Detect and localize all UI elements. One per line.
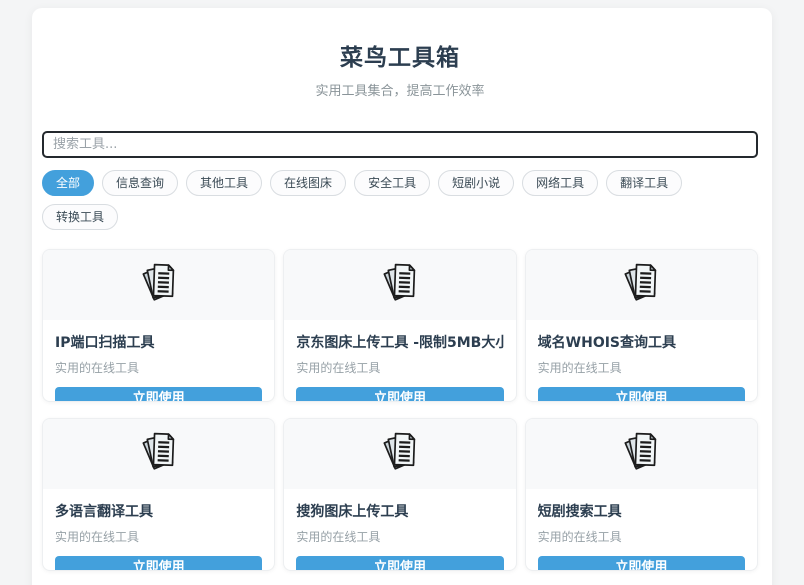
- tool-card: 域名WHOIS查询工具 实用的在线工具 立即使用: [525, 249, 758, 402]
- card-body: IP端口扫描工具 实用的在线工具 立即使用: [43, 320, 274, 402]
- tool-card: 短剧搜索工具 实用的在线工具 立即使用: [525, 418, 758, 571]
- tool-card: 京东图床上传工具 -限制5MB大小 实用的在线工具 立即使用: [283, 249, 516, 402]
- filter-tag[interactable]: 信息查询: [102, 170, 178, 196]
- card-icon-area: [526, 419, 757, 489]
- card-title: IP端口扫描工具: [55, 332, 262, 352]
- tool-card: IP端口扫描工具 实用的在线工具 立即使用: [42, 249, 275, 402]
- use-now-button[interactable]: 立即使用: [55, 556, 262, 571]
- filter-tag[interactable]: 转换工具: [42, 204, 118, 230]
- page-title: 菜鸟工具箱: [42, 38, 758, 72]
- filter-tag[interactable]: 其他工具: [186, 170, 262, 196]
- card-icon-area: [43, 419, 274, 489]
- filter-tag-bar: 全部 信息查询 其他工具 在线图床 安全工具 短剧小说 网络工具 翻译工具 转换…: [42, 170, 758, 230]
- documents-icon: [135, 428, 183, 480]
- use-now-button[interactable]: 立即使用: [538, 556, 745, 571]
- card-body: 短剧搜索工具 实用的在线工具 立即使用: [526, 489, 757, 571]
- card-description: 实用的在线工具: [55, 528, 262, 545]
- card-title: 搜狗图床上传工具: [296, 501, 503, 521]
- card-body: 多语言翻译工具 实用的在线工具 立即使用: [43, 489, 274, 571]
- card-body: 域名WHOIS查询工具 实用的在线工具 立即使用: [526, 320, 757, 402]
- filter-tag[interactable]: 全部: [42, 170, 94, 196]
- use-now-button[interactable]: 立即使用: [538, 387, 745, 402]
- use-now-button[interactable]: 立即使用: [296, 556, 503, 571]
- search-input[interactable]: [42, 131, 758, 158]
- card-title: 多语言翻译工具: [55, 501, 262, 521]
- tool-card: 搜狗图床上传工具 实用的在线工具 立即使用: [283, 418, 516, 571]
- card-body: 搜狗图床上传工具 实用的在线工具 立即使用: [284, 489, 515, 571]
- use-now-button[interactable]: 立即使用: [55, 387, 262, 402]
- filter-tag[interactable]: 翻译工具: [606, 170, 682, 196]
- documents-icon: [617, 259, 665, 311]
- card-description: 实用的在线工具: [55, 359, 262, 376]
- filter-tag[interactable]: 网络工具: [522, 170, 598, 196]
- card-description: 实用的在线工具: [538, 359, 745, 376]
- page-subtitle: 实用工具集合，提高工作效率: [42, 80, 758, 99]
- card-icon-area: [284, 250, 515, 320]
- card-description: 实用的在线工具: [296, 359, 503, 376]
- card-description: 实用的在线工具: [538, 528, 745, 545]
- card-description: 实用的在线工具: [296, 528, 503, 545]
- documents-icon: [376, 259, 424, 311]
- filter-tag[interactable]: 短剧小说: [438, 170, 514, 196]
- documents-icon: [376, 428, 424, 480]
- card-title: 短剧搜索工具: [538, 501, 745, 521]
- card-icon-area: [526, 250, 757, 320]
- card-title: 京东图床上传工具 -限制5MB大小: [296, 332, 503, 352]
- card-title: 域名WHOIS查询工具: [538, 332, 745, 352]
- tool-card: 多语言翻译工具 实用的在线工具 立即使用: [42, 418, 275, 571]
- card-icon-area: [43, 250, 274, 320]
- card-body: 京东图床上传工具 -限制5MB大小 实用的在线工具 立即使用: [284, 320, 515, 402]
- documents-icon: [135, 259, 183, 311]
- card-icon-area: [284, 419, 515, 489]
- filter-tag[interactable]: 安全工具: [354, 170, 430, 196]
- main-container: 菜鸟工具箱 实用工具集合，提高工作效率 全部 信息查询 其他工具 在线图床 安全…: [32, 8, 772, 585]
- documents-icon: [617, 428, 665, 480]
- filter-tag[interactable]: 在线图床: [270, 170, 346, 196]
- use-now-button[interactable]: 立即使用: [296, 387, 503, 402]
- tool-card-grid: IP端口扫描工具 实用的在线工具 立即使用: [42, 249, 758, 585]
